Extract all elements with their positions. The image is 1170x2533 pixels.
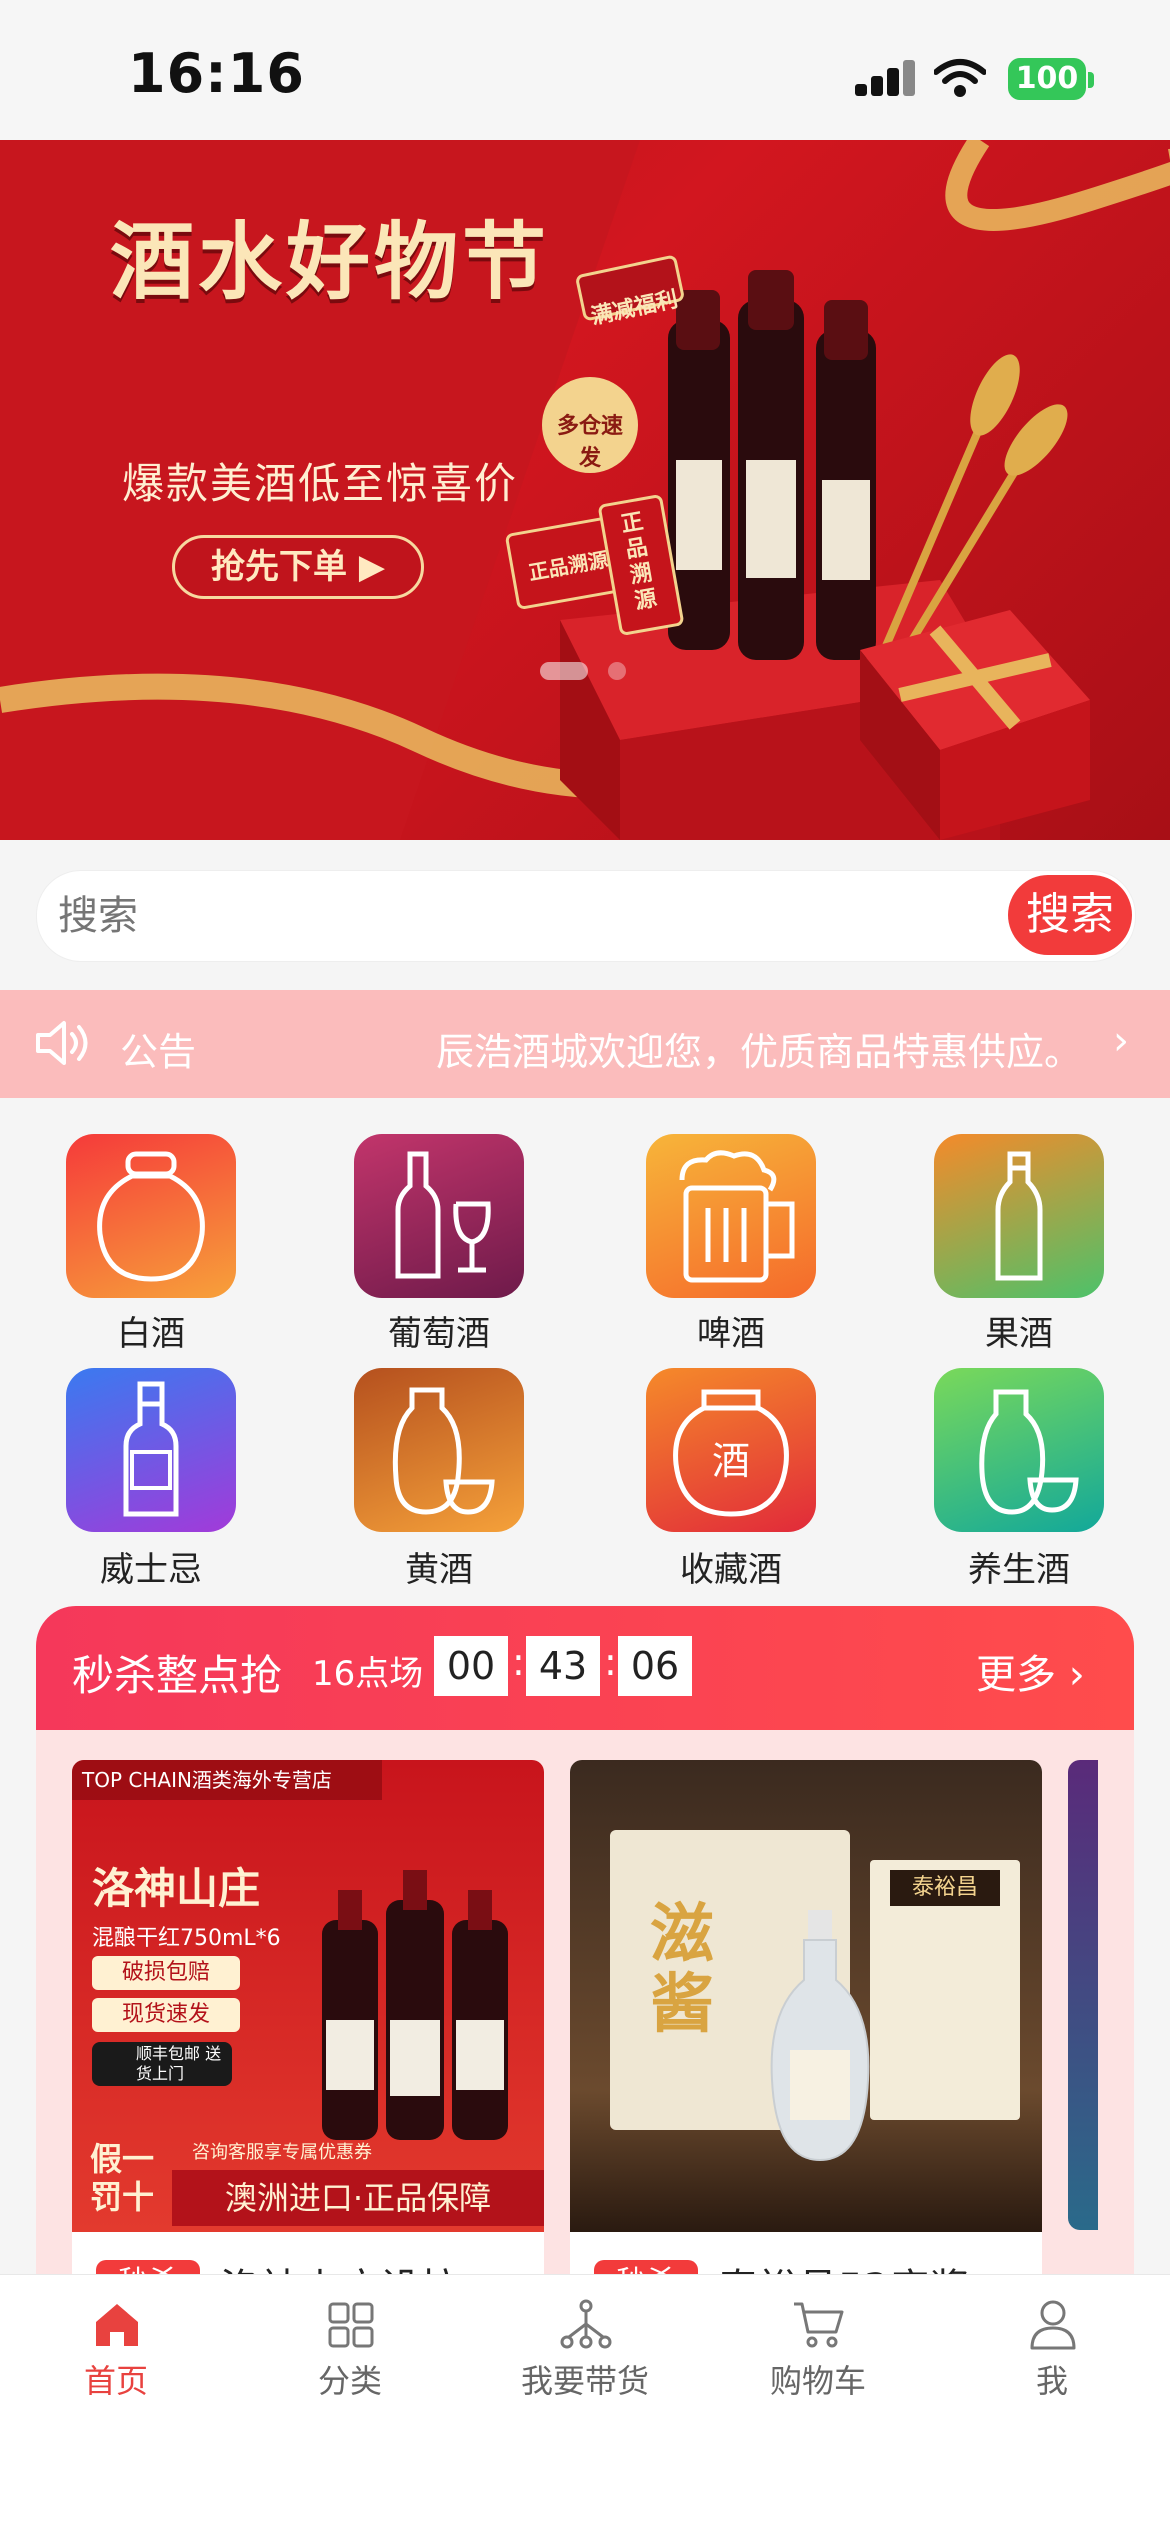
- category-label: 白酒: [117, 1314, 185, 1354]
- liquor-bottle-image: [770, 1910, 870, 2162]
- banner-indicator-active[interactable]: [540, 662, 588, 680]
- beer-mug-icon: [679, 1150, 795, 1283]
- category-label: 啤酒: [697, 1314, 765, 1354]
- category-whisky[interactable]: [66, 1368, 236, 1532]
- cart-icon: [794, 2302, 844, 2348]
- home-icon: [96, 2304, 138, 2346]
- sf-express-badge: 顺丰包邮 送货上门: [92, 2042, 232, 2086]
- category-baijiu[interactable]: [66, 1134, 236, 1298]
- baijiu-jar-icon: [97, 1151, 205, 1282]
- category-health-wine[interactable]: [934, 1368, 1104, 1532]
- countdown-hours: 00: [434, 1636, 508, 1696]
- category-beer[interactable]: [646, 1134, 816, 1298]
- badge-fast-shipping: 现货速发: [92, 1998, 240, 2032]
- share-tree-icon: [560, 2299, 612, 2349]
- gift-box-brand: 泰裕昌: [890, 1870, 1000, 1906]
- search-input[interactable]: [56, 885, 960, 947]
- fake-one-penalty-ten: 假一罚十: [90, 2140, 155, 2216]
- chevron-right-icon[interactable]: ›: [1113, 1018, 1129, 1064]
- bottle-icon: [995, 1151, 1043, 1281]
- product-image-spec: 混酿干红750mL*6: [92, 1926, 281, 1951]
- banner-title: 酒水好物节: [110, 213, 551, 311]
- cellular-signal-icon: [855, 60, 915, 96]
- category-label: 威士忌: [100, 1550, 202, 1590]
- banner-indicator[interactable]: [608, 662, 626, 680]
- tab-label-cart: 购物车: [769, 2362, 866, 2400]
- grid-icon: [328, 2302, 374, 2348]
- category-wine[interactable]: [354, 1134, 524, 1298]
- yellow-wine-jug-icon: [392, 1387, 495, 1515]
- flash-sale-title: 秒杀整点抢: [72, 1651, 283, 1700]
- banner-badge-fast-delivery: 多仓速发: [556, 414, 623, 471]
- tab-label-me: 我: [1035, 2362, 1068, 2400]
- person-icon: [1030, 2300, 1076, 2350]
- more-label: 更多: [976, 1652, 1056, 1698]
- category-label: 果酒: [985, 1314, 1053, 1354]
- notice-label: 公告: [120, 1030, 197, 1074]
- tab-label-category: 分类: [317, 2362, 382, 2400]
- chevron-right-icon: ›: [1068, 1652, 1085, 1698]
- countdown-seconds: 06: [618, 1636, 692, 1696]
- banner-order-button[interactable]: 抢先下单 ▶: [172, 535, 424, 599]
- countdown-minutes: 43: [526, 1636, 600, 1696]
- collection-jar-icon: 酒: [673, 1389, 789, 1517]
- wine-bottles-image: [322, 1870, 508, 2140]
- category-label: 葡萄酒: [388, 1314, 490, 1354]
- speaker-icon: [36, 1021, 88, 1065]
- collection-jar-glyph: 酒: [712, 1439, 750, 1483]
- product-image-title: 洛神山庄: [92, 1864, 261, 1913]
- category-fruit-wine[interactable]: [934, 1134, 1104, 1298]
- product-image: 滋酱 泰裕昌: [570, 1760, 1042, 2232]
- countdown-separator: :: [604, 1640, 617, 1684]
- product-card-peek[interactable]: [1068, 1760, 1098, 2230]
- countdown-separator: :: [512, 1640, 525, 1684]
- category-label: 养生酒: [968, 1550, 1070, 1590]
- category-collection[interactable]: 酒: [646, 1368, 816, 1532]
- coupon-hint: 咨询客服享专属优惠券: [192, 2142, 372, 2163]
- import-guarantee-banner: 澳洲进口·正品保障: [172, 2170, 544, 2226]
- search-button[interactable]: 搜索: [1008, 875, 1132, 955]
- gift-box: 泰裕昌: [870, 1860, 1020, 2120]
- tab-label-promote: 我要带货: [520, 2362, 649, 2400]
- flash-sale-session: 16点场: [312, 1654, 424, 1694]
- product-image: TOP CHAIN酒类海外专营店 洛神山庄 混酿干红750mL*6 破损包赔 现…: [72, 1760, 544, 2232]
- category-yellow-wine[interactable]: [354, 1368, 524, 1532]
- gift-bag-title: 滋酱: [650, 1898, 714, 2042]
- badge-damage-compensation: 破损包赔: [92, 1956, 240, 1990]
- banner-subtitle: 爆款美酒低至惊喜价: [122, 459, 519, 508]
- notice-text: 辰浩酒城欢迎您，优质商品特惠供应。: [436, 1030, 1083, 1074]
- sf-label: 顺丰包邮 送货上门: [136, 2044, 222, 2083]
- battery-indicator: 100: [1008, 58, 1086, 100]
- health-wine-jug-icon: [979, 1389, 1079, 1515]
- store-ribbon: TOP CHAIN酒类海外专营店: [72, 1760, 382, 1800]
- category-label: 黄酒: [405, 1550, 473, 1590]
- flash-sale-more-link[interactable]: 更多 ›: [976, 1642, 1085, 1700]
- status-time: 16:16: [128, 42, 305, 105]
- wifi-icon: [934, 59, 986, 97]
- wine-bottle-glass-icon: [395, 1151, 491, 1279]
- category-label: 收藏酒: [680, 1550, 782, 1590]
- whisky-bottle-icon: [123, 1381, 179, 1517]
- battery-tip: [1088, 72, 1094, 88]
- tab-label-home: 首页: [83, 2362, 148, 2400]
